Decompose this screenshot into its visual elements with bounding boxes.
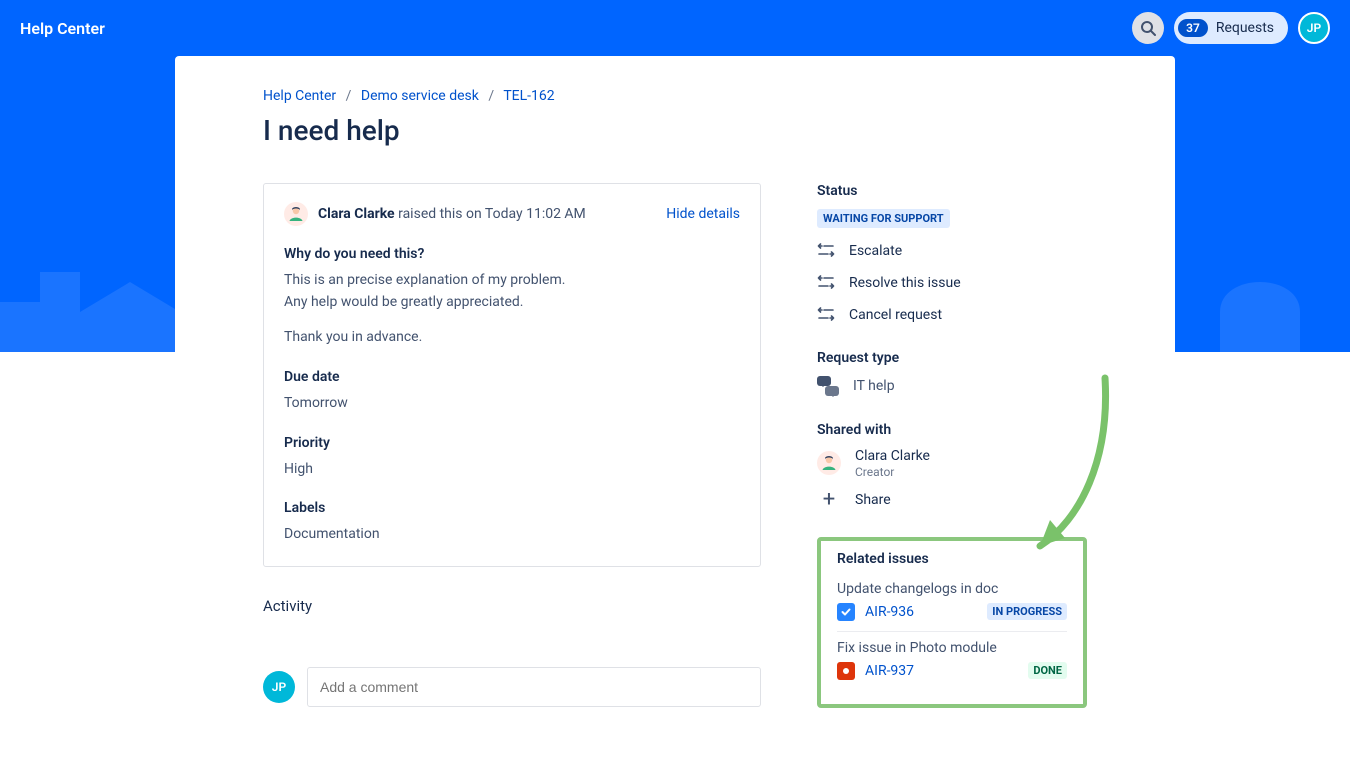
- field-value-due: Tomorrow: [284, 393, 740, 415]
- request-type-heading: Request type: [817, 350, 1087, 366]
- transfer-icon: [817, 274, 835, 292]
- comment-input[interactable]: [307, 667, 761, 707]
- breadcrumb: Help Center / Demo service desk / TEL-16…: [263, 88, 1087, 104]
- user-avatar-icon: [817, 451, 841, 475]
- requests-count-badge: 37: [1178, 19, 1208, 37]
- requests-button[interactable]: 37 Requests: [1174, 12, 1288, 44]
- request-details: Clara Clarke raised this on Today 11:02 …: [263, 183, 761, 567]
- comment-avatar: JP: [263, 671, 295, 703]
- share-button[interactable]: + Share: [817, 489, 1087, 511]
- hide-details-link[interactable]: Hide details: [666, 206, 740, 222]
- related-issue: Update changelogs in doc AIR-936 IN PROG…: [837, 573, 1067, 632]
- app-title[interactable]: Help Center: [20, 19, 105, 38]
- issue-key-link[interactable]: AIR-937: [865, 663, 914, 679]
- topbar: Help Center 37 Requests JP: [0, 0, 1350, 56]
- breadcrumb-item[interactable]: Help Center: [263, 88, 336, 104]
- status-lozenge: DONE: [1028, 662, 1067, 679]
- profile-avatar[interactable]: JP: [1298, 12, 1330, 44]
- chat-bubbles-icon: [817, 376, 839, 396]
- raised-by-text: Clara Clarke raised this on Today 11:02 …: [318, 206, 656, 222]
- plus-icon: +: [817, 489, 841, 511]
- field-label-labels: Labels: [284, 500, 740, 516]
- action-escalate[interactable]: Escalate: [817, 242, 1087, 260]
- issue-key-link[interactable]: AIR-936: [865, 604, 914, 620]
- status-lozenge: IN PROGRESS: [987, 603, 1067, 620]
- field-body-why: This is an precise explanation of my pro…: [284, 270, 740, 349]
- action-cancel[interactable]: Cancel request: [817, 306, 1087, 324]
- requests-label: Requests: [1216, 20, 1274, 36]
- activity-heading: Activity: [263, 597, 761, 615]
- requester-avatar-icon: [284, 202, 308, 226]
- status-badge: WAITING FOR SUPPORT: [817, 209, 950, 228]
- transfer-icon: [817, 306, 835, 324]
- transfer-icon: [817, 242, 835, 260]
- shared-user: Clara Clarke Creator: [817, 448, 1087, 479]
- action-resolve[interactable]: Resolve this issue: [817, 274, 1087, 292]
- field-value-priority: High: [284, 459, 740, 481]
- search-icon: [1140, 20, 1156, 36]
- related-issues-heading: Related issues: [837, 551, 1067, 567]
- shared-with-heading: Shared with: [817, 422, 1087, 438]
- status-heading: Status: [817, 183, 1087, 199]
- page-title: I need help: [263, 114, 1087, 147]
- breadcrumb-item[interactable]: TEL-162: [503, 88, 554, 104]
- field-label-due: Due date: [284, 369, 740, 385]
- breadcrumb-item[interactable]: Demo service desk: [361, 88, 479, 104]
- field-label-why: Why do you need this?: [284, 246, 740, 262]
- related-issues-panel: Related issues Update changelogs in doc …: [817, 537, 1087, 708]
- bug-icon: [837, 662, 855, 680]
- related-issue: Fix issue in Photo module AIR-937 DONE: [837, 632, 1067, 690]
- task-icon: [837, 603, 855, 621]
- field-label-priority: Priority: [284, 435, 740, 451]
- request-type-value: IT help: [853, 378, 895, 394]
- search-button[interactable]: [1132, 12, 1164, 44]
- field-value-labels: Documentation: [284, 524, 740, 546]
- page-card: Help Center / Demo service desk / TEL-16…: [175, 56, 1175, 756]
